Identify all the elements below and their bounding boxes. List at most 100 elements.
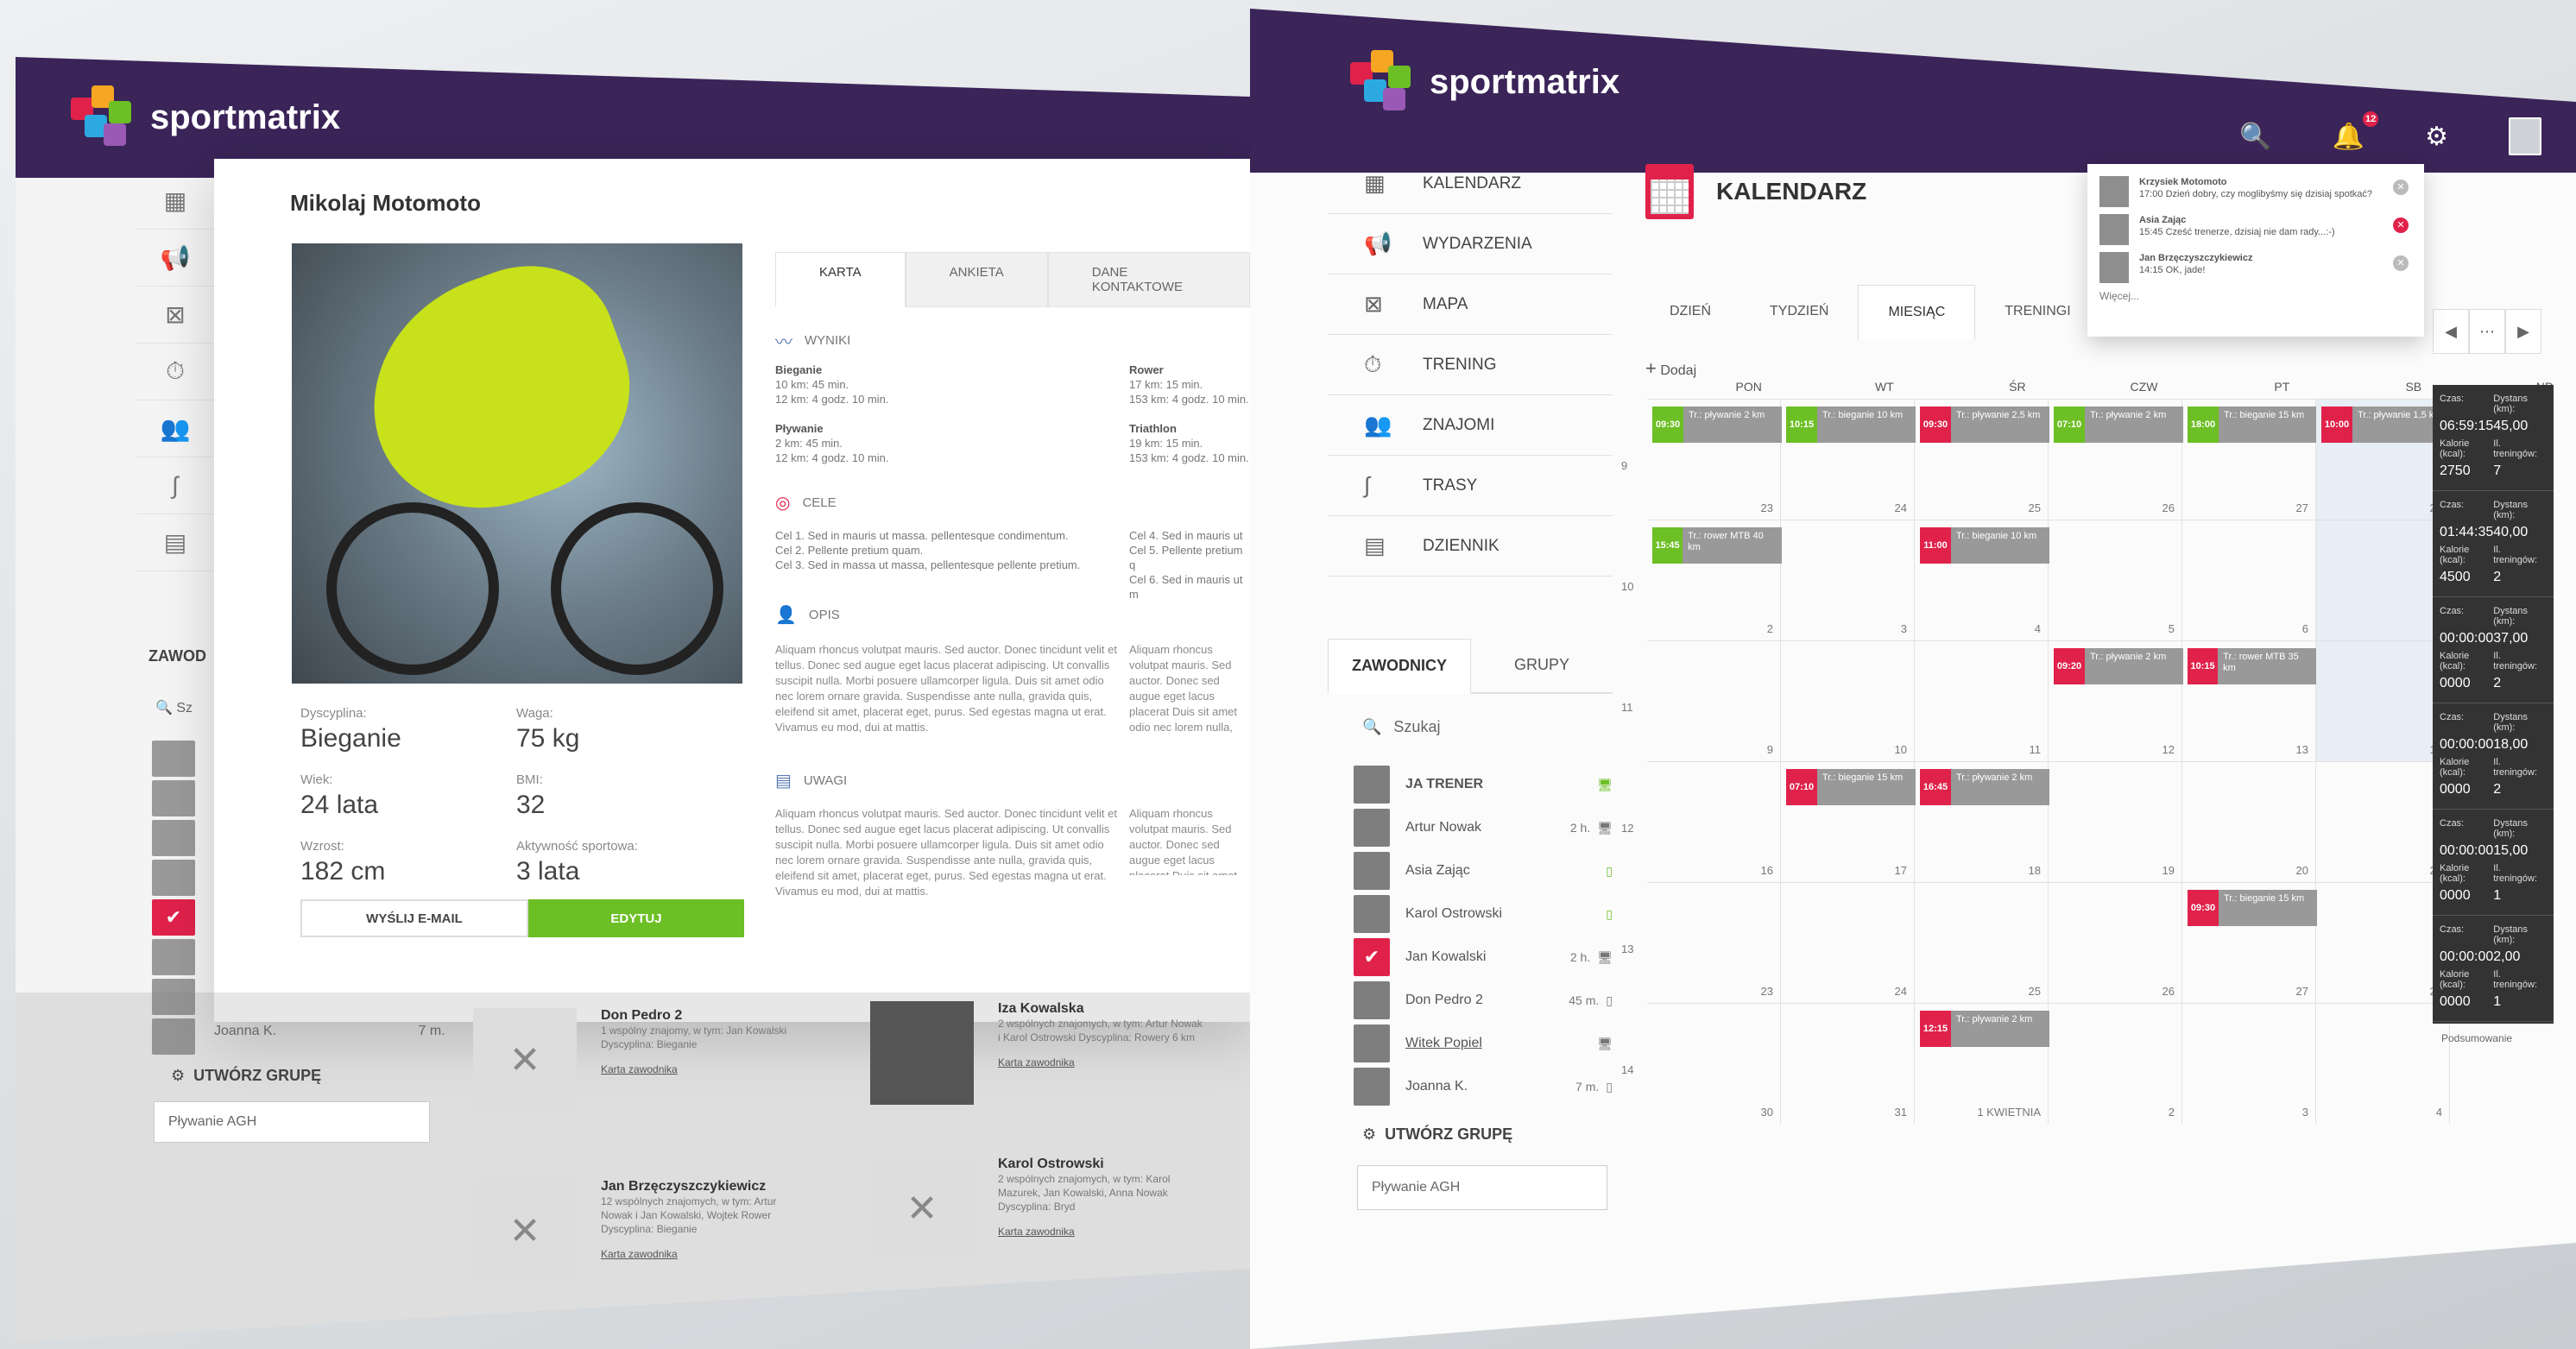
nav-trasy[interactable]: ∫ TRASY — [1328, 456, 1613, 516]
stopwatch-icon[interactable]: ⏱ — [136, 344, 214, 400]
profile-link[interactable]: Karta zawodnika — [998, 1056, 1205, 1068]
day-cell[interactable]: 21 — [2316, 762, 2450, 882]
day-cell[interactable]: 26 07:10 Tr.: pływanie 2 km — [2049, 400, 2183, 520]
list-item[interactable]: Artur Nowak 2 h. 🖥 — [1354, 806, 1613, 849]
profile-link[interactable]: Karta zawodnika — [601, 1248, 808, 1260]
bell-icon[interactable]: 🔔 12 — [2333, 110, 2379, 152]
nav-dziennik[interactable]: ▤ DZIENNIK — [1328, 516, 1613, 577]
list-item[interactable]: Asia Zając ▯ — [1354, 849, 1613, 892]
avatar[interactable] — [152, 860, 195, 896]
training-event[interactable]: 07:10 Tr.: bieganie 15 km — [1786, 769, 1916, 805]
avatar[interactable] — [152, 780, 195, 816]
day-cell[interactable]: 1 KWIETNIA 12:15 Tr.: pływanie 2 km — [1915, 1004, 2049, 1124]
prev-arrow-icon[interactable]: ◀ — [2433, 309, 2469, 354]
tab-karta[interactable]: KARTA — [775, 252, 906, 307]
list-item[interactable]: ✔ Jan Kowalski 2 h. 🖥 — [1354, 936, 1613, 979]
gear-icon[interactable]: ⚙ — [2425, 122, 2448, 152]
day-cell[interactable]: 25 — [1915, 883, 2049, 1003]
right-logo[interactable]: sportmatrix — [1343, 47, 1619, 117]
create-group-link[interactable]: ⚙ UTWÓRZ GRUPĘ — [171, 1067, 321, 1085]
notification-item[interactable]: Jan Brzęczyszczykiewicz 14:15 OK, jade! ✕ — [2099, 252, 2412, 283]
avatar[interactable] — [152, 820, 195, 856]
profile-link[interactable]: Karta zawodnika — [601, 1063, 808, 1075]
day-cell[interactable]: 12 09:20 Tr.: pływanie 2 km — [2049, 641, 2183, 761]
tab-trainings[interactable]: TRENINGI — [1975, 285, 2099, 340]
training-event[interactable]: 09:20 Tr.: pływanie 2 km — [2054, 648, 2183, 684]
notification-item[interactable]: Krzysiek Motomoto 17:00 Dzień dobry, czy … — [2099, 176, 2412, 207]
calendar-icon[interactable]: ▦ — [136, 173, 214, 230]
map-icon[interactable]: ⊠ — [136, 287, 214, 344]
day-cell[interactable]: 3 — [1781, 520, 1915, 640]
training-event[interactable]: 11:00 Tr.: bieganie 10 km — [1920, 527, 2049, 564]
training-event[interactable]: 09:30 Tr.: pływanie 2 km — [1652, 407, 1782, 443]
day-cell[interactable]: 23 09:30 Tr.: pływanie 2 km — [1647, 400, 1782, 520]
tab-week[interactable]: TYDZIEŃ — [1740, 285, 1858, 340]
tab-day[interactable]: DZIEŃ — [1640, 285, 1740, 340]
group-select[interactable]: Pływanie AGH — [1357, 1165, 1607, 1210]
tab-zawodnicy[interactable]: ZAWODNICY — [1328, 639, 1471, 694]
training-event[interactable]: 10:00 Tr.: pływanie 1,5 km — [2321, 407, 2451, 443]
day-cell[interactable]: 3 — [2182, 1004, 2316, 1124]
day-cell[interactable]: 24 — [1781, 883, 1915, 1003]
notifications-more-link[interactable]: Więcej... — [2099, 290, 2412, 302]
add-button[interactable]: + Dodaj — [1645, 357, 1696, 380]
avatar-selected[interactable]: ✔ — [152, 899, 195, 936]
create-group-link[interactable]: ⚙ UTWÓRZ GRUPĘ — [1362, 1125, 1512, 1144]
training-event[interactable]: 12:15 Tr.: pływanie 2 km — [1920, 1011, 2049, 1047]
training-event[interactable]: 18:00 Tr.: bieganie 15 km — [2188, 407, 2317, 443]
day-cell[interactable]: 11 — [1915, 641, 2049, 761]
tab-ankieta[interactable]: ANKIETA — [905, 252, 1048, 307]
day-cell[interactable]: 18 16:45 Tr.: pływanie 2 km — [1915, 762, 2049, 882]
friend-card[interactable]: ✕ Don Pedro 21 wspólny znajomy, w tym: J… — [473, 1008, 808, 1112]
day-cell[interactable]: 20 — [2182, 762, 2316, 882]
list-item[interactable]: Don Pedro 2 45 m. ▯ — [1354, 979, 1613, 1022]
tab-grupy[interactable]: GRUPY — [1471, 639, 1613, 692]
list-item[interactable]: Karol Ostrowski ▯ — [1354, 892, 1613, 936]
nav-wydarzenia[interactable]: 📢 WYDARZENIA — [1328, 214, 1613, 274]
training-event[interactable]: 07:10 Tr.: pływanie 2 km — [2054, 407, 2183, 443]
day-cell[interactable]: 5 — [2049, 520, 2182, 640]
left-search[interactable]: 🔍 Sz — [155, 699, 193, 716]
day-cell[interactable]: 25 09:30 Tr.: pływanie 2,5 km — [1915, 400, 2049, 520]
friend-card[interactable]: ✕ Karol Ostrowski 2 wspólnych znajomych, … — [870, 1157, 1205, 1260]
day-cell[interactable]: 30 — [1647, 1004, 1781, 1124]
nav-kalendarz[interactable]: ▦ KALENDARZ — [1328, 154, 1613, 214]
user-avatar[interactable] — [2509, 117, 2541, 155]
route-icon[interactable]: ∫ — [136, 457, 214, 514]
list-item[interactable]: Witek Popiel 🖥 — [1354, 1022, 1613, 1065]
day-cell[interactable]: 31 — [1781, 1004, 1915, 1124]
day-cell[interactable]: 2 15:45 Tr.: rower MTB 40 km — [1647, 520, 1782, 640]
day-cell[interactable]: 23 — [1647, 883, 1781, 1003]
avatar[interactable] — [152, 741, 195, 777]
nav-trening[interactable]: ⏱ TRENING — [1328, 335, 1613, 395]
day-cell[interactable]: 13 10:15 Tr.: rower MTB 35 km — [2182, 641, 2317, 761]
training-event[interactable]: 09:30 Tr.: pływanie 2,5 km — [1920, 407, 2049, 443]
avatar[interactable] — [152, 939, 195, 975]
friend-card[interactable]: ✕ Jan Brzęczyszczykiewicz 12 wspólnych zn… — [473, 1179, 808, 1283]
group-select[interactable]: Pływanie AGH — [154, 1101, 430, 1143]
profile-link[interactable]: Karta zawodnika — [998, 1226, 1205, 1238]
close-icon[interactable]: ✕ — [2393, 217, 2409, 233]
day-cell[interactable]: 27 09:30 Tr.: bieganie 15 km — [2182, 883, 2317, 1003]
member-search[interactable]: 🔍 Szukaj — [1362, 718, 1440, 736]
day-cell[interactable]: 10 — [1781, 641, 1915, 761]
day-cell[interactable]: 6 — [2182, 520, 2316, 640]
close-icon[interactable]: ✕ — [2393, 255, 2409, 271]
day-cell[interactable]: 24 10:15 Tr.: bieganie 10 km — [1781, 400, 1916, 520]
day-cell[interactable]: 14 — [2316, 641, 2450, 761]
day-cell[interactable]: 28 — [2316, 883, 2450, 1003]
search-icon[interactable]: 🔍 — [2239, 122, 2271, 152]
edit-button[interactable]: EDYTUJ — [528, 899, 744, 937]
training-event[interactable]: 10:15 Tr.: rower MTB 35 km — [2188, 648, 2317, 684]
journal-icon[interactable]: ▤ — [136, 514, 214, 571]
tab-contact[interactable]: DANE KONTAKTOWE — [1047, 252, 1250, 307]
day-cell[interactable]: 27 18:00 Tr.: bieganie 15 km — [2182, 400, 2317, 520]
more-icon[interactable]: ⋯ — [2469, 309, 2505, 354]
training-event[interactable]: 10:15 Tr.: bieganie 10 km — [1786, 407, 1916, 443]
list-item[interactable]: JA TRENER 🖥 — [1354, 763, 1613, 806]
day-cell[interactable]: 4 — [2316, 1004, 2450, 1124]
list-item[interactable]: Joanna K. 7 m. ▯ — [1354, 1065, 1613, 1108]
friend-card[interactable]: Iza Kowalska 2 wspólnych znajomych, w tym… — [870, 1001, 1205, 1105]
left-logo[interactable]: sportmatrix — [64, 82, 340, 153]
training-event[interactable]: 09:30 Tr.: bieganie 15 km — [2188, 890, 2317, 926]
